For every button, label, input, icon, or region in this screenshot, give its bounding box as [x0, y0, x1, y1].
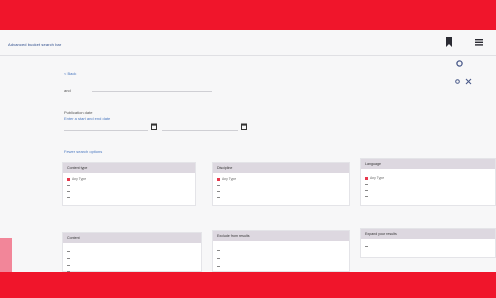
fewer-options-link[interactable]: Fewer search options [64, 149, 102, 154]
panel-header: Exclude from results [213, 231, 349, 241]
checkbox-icon [217, 196, 220, 199]
checkbox-option[interactable] [67, 249, 72, 253]
checkbox-option[interactable] [365, 182, 370, 186]
search-field-label: and [64, 88, 71, 93]
checkbox-option[interactable]: Any Type [365, 176, 384, 180]
checkbox-icon [217, 265, 220, 268]
checkbox-option[interactable] [217, 256, 222, 260]
checkbox-option[interactable] [67, 195, 72, 199]
checkbox-icon [67, 264, 70, 267]
checkbox-option[interactable] [67, 189, 72, 193]
checkbox-icon [217, 177, 220, 181]
checkbox-option[interactable]: Any Type [217, 177, 236, 181]
checkbox-icon [67, 196, 70, 199]
checkbox-option[interactable] [217, 183, 222, 187]
page-title: Advanced bucket search bar [8, 42, 62, 47]
checkbox-option[interactable] [67, 256, 72, 260]
date-hint: Enter a start and end date [64, 116, 111, 121]
option-label: Any Type [370, 176, 385, 180]
discipline-panel: Discipline Any Type [212, 162, 350, 206]
start-date-input[interactable] [64, 123, 148, 131]
checkbox-option[interactable] [217, 195, 222, 199]
checkbox-option[interactable]: Any Type [67, 177, 86, 181]
panel-title: Exclude from results [217, 234, 250, 238]
checkbox-option[interactable] [217, 189, 222, 193]
checkbox-option[interactable] [365, 194, 370, 198]
panel-title: Expand your results [365, 232, 397, 236]
checkbox-icon [217, 249, 220, 252]
checkbox-icon [217, 184, 220, 187]
option-label: Any Type [72, 177, 87, 181]
panel-title: Content type [67, 166, 88, 170]
option-label: Any Type [222, 177, 237, 181]
panel-title: Content [67, 236, 80, 240]
checkbox-icon [365, 245, 368, 248]
checkbox-option[interactable] [217, 248, 222, 252]
top-bar: Advanced bucket search bar [0, 30, 496, 56]
checkbox-option[interactable] [365, 244, 370, 248]
checkbox-icon [67, 177, 70, 181]
checkbox-icon [365, 195, 368, 198]
exclude-panel: Exclude from results [212, 230, 350, 272]
search-field-input[interactable] [92, 84, 212, 92]
bookmark-icon[interactable] [444, 36, 454, 48]
checkbox-icon [67, 190, 70, 193]
content-type-panel: Content type Any Type [62, 162, 196, 206]
checkbox-option[interactable] [217, 264, 222, 268]
zoom-icon[interactable] [455, 79, 461, 86]
calendar-icon[interactable] [151, 123, 157, 131]
search-content: < Back and Publication date Enter a star… [0, 56, 496, 273]
checkbox-option[interactable] [67, 263, 72, 267]
checkbox-icon [67, 184, 70, 187]
close-icon[interactable] [465, 78, 472, 86]
checkbox-option[interactable] [67, 183, 72, 187]
panel-header: Content [63, 233, 201, 243]
checkbox-icon [365, 189, 368, 192]
publication-date-label: Publication date [64, 110, 93, 115]
page-sheet: Advanced bucket search bar < Back and Pu… [0, 30, 496, 273]
checkbox-option[interactable] [365, 188, 370, 192]
expand-panel: Expand your results [360, 228, 496, 258]
panel-header: Discipline [213, 163, 349, 173]
calendar-icon[interactable] [241, 123, 247, 131]
panel-title: Discipline [217, 166, 233, 170]
checkbox-icon [365, 176, 368, 180]
panel-header: Content type [63, 163, 195, 173]
panel-header: Expand your results [361, 229, 495, 239]
back-link[interactable]: < Back [64, 71, 76, 76]
menu-icon[interactable] [474, 36, 484, 48]
red-border-bottom [0, 272, 496, 298]
end-date-input[interactable] [162, 123, 238, 131]
checkbox-icon [217, 190, 220, 193]
language-panel: Language Any Type [360, 158, 496, 206]
checkbox-icon [365, 183, 368, 186]
content-panel: Content [62, 232, 202, 273]
panel-header: Language [361, 159, 495, 169]
settings-icon[interactable] [456, 60, 463, 68]
checkbox-icon [217, 257, 220, 260]
checkbox-icon [67, 257, 70, 260]
checkbox-icon [67, 250, 70, 253]
panel-title: Language [365, 162, 381, 166]
red-border-top [0, 0, 496, 30]
